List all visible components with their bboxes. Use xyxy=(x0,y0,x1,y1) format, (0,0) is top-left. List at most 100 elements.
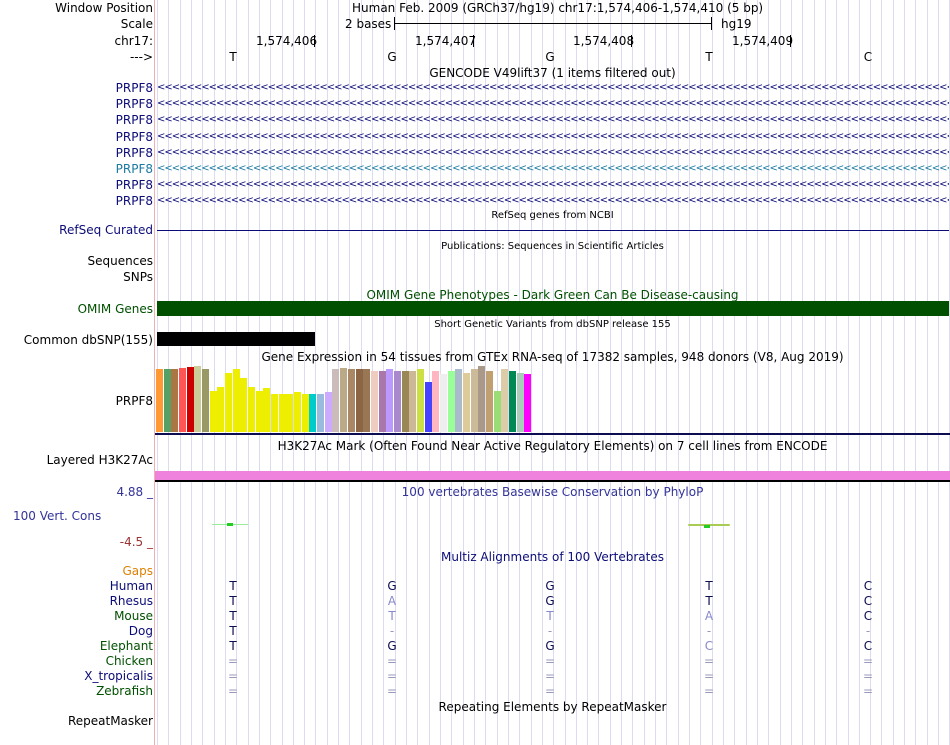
gtex-tissue-bar[interactable] xyxy=(432,371,439,432)
dbsnp-label[interactable]: Common dbSNP(155) xyxy=(24,333,153,347)
species-label[interactable]: Elephant xyxy=(100,639,153,653)
gtex-tissue-bar[interactable] xyxy=(248,387,255,432)
gtex-tissue-bar[interactable] xyxy=(325,392,332,432)
h3k27ac-title[interactable]: H3K27Ac Mark (Often Found Near Active Re… xyxy=(155,439,950,453)
phylop-title[interactable]: 100 vertebrates Basewise Conservation by… xyxy=(155,485,950,499)
sequences-label[interactable]: Sequences xyxy=(88,254,153,268)
gtex-tissue-bar[interactable] xyxy=(233,369,240,432)
species-label[interactable]: X_tropicalis xyxy=(84,669,153,683)
gtex-tissue-bar[interactable] xyxy=(448,371,455,432)
refseq-label[interactable]: RefSeq Curated xyxy=(59,223,153,237)
gtex-tissue-bar[interactable] xyxy=(187,367,194,432)
gtex-tissue-bar[interactable] xyxy=(363,369,370,432)
repeatmasker-title[interactable]: Repeating Elements by RepeatMasker xyxy=(155,700,950,714)
refseq-gene-line[interactable] xyxy=(157,230,949,231)
h3k27ac-label[interactable]: Layered H3K27Ac xyxy=(47,453,153,467)
gtex-tissue-bar[interactable] xyxy=(394,371,401,432)
gencode-transcript[interactable]: <<<<<<<<<<<<<<<<<<<<<<<<<<<<<<<<<<<<<<<<… xyxy=(157,164,949,174)
species-label[interactable]: Dog xyxy=(129,624,153,638)
gtex-tissue-bar[interactable] xyxy=(271,394,278,432)
aligned-base: A xyxy=(704,609,714,623)
gencode-gene-label[interactable]: PRPF8 xyxy=(116,194,153,208)
gtex-tissue-bar[interactable] xyxy=(179,368,186,432)
gtex-tissue-bar[interactable] xyxy=(332,369,339,432)
gtex-tissue-bar[interactable] xyxy=(294,392,301,432)
gtex-tissue-bar[interactable] xyxy=(379,371,386,432)
reference-base: T xyxy=(705,50,713,64)
gtex-tissue-bar[interactable] xyxy=(509,371,516,432)
gtex-tissue-bar[interactable] xyxy=(409,371,416,432)
gtex-tissue-bar[interactable] xyxy=(286,394,293,432)
gtex-tissue-bar[interactable] xyxy=(417,369,424,432)
gencode-transcript[interactable]: <<<<<<<<<<<<<<<<<<<<<<<<<<<<<<<<<<<<<<<<… xyxy=(157,148,949,158)
gtex-tissue-bar[interactable] xyxy=(356,369,363,432)
multiz-gaps-label[interactable]: Gaps xyxy=(122,564,153,578)
gtex-tissue-bar[interactable] xyxy=(463,373,470,432)
gencode-transcript[interactable]: <<<<<<<<<<<<<<<<<<<<<<<<<<<<<<<<<<<<<<<<… xyxy=(157,180,949,190)
gtex-tissue-bar[interactable] xyxy=(348,369,355,432)
refseq-title[interactable]: RefSeq genes from NCBI xyxy=(155,210,950,221)
dbsnp-variant[interactable] xyxy=(157,332,315,346)
multiz-title[interactable]: Multiz Alignments of 100 Vertebrates xyxy=(155,550,950,564)
gtex-tissue-bar[interactable] xyxy=(371,371,378,432)
gtex-tissue-bar[interactable] xyxy=(386,369,393,432)
gencode-gene-label[interactable]: PRPF8 xyxy=(116,146,153,160)
gtex-tissue-bar[interactable] xyxy=(471,369,478,432)
gencode-title[interactable]: GENCODE V49lift37 (1 items filtered out) xyxy=(155,66,950,80)
gencode-gene-label[interactable]: PRPF8 xyxy=(116,130,153,144)
gtex-tissue-bar[interactable] xyxy=(171,369,178,432)
gtex-tissue-bar[interactable] xyxy=(240,378,247,432)
gtex-tissue-bar[interactable] xyxy=(455,369,462,432)
species-label[interactable]: Human xyxy=(110,579,153,593)
gtex-tissue-bar[interactable] xyxy=(156,369,163,432)
omim-title[interactable]: OMIM Gene Phenotypes - Dark Green Can Be… xyxy=(155,288,950,302)
gencode-gene-label[interactable]: PRPF8 xyxy=(116,178,153,192)
gtex-tissue-bar[interactable] xyxy=(517,373,524,432)
gencode-transcript[interactable]: <<<<<<<<<<<<<<<<<<<<<<<<<<<<<<<<<<<<<<<<… xyxy=(157,196,949,206)
gtex-tissue-bar[interactable] xyxy=(217,387,224,432)
gtex-tissue-bar[interactable] xyxy=(256,391,263,432)
gtex-label[interactable]: PRPF8 xyxy=(116,394,153,408)
gtex-tissue-bar[interactable] xyxy=(440,374,447,432)
gtex-baseline xyxy=(155,433,950,435)
gtex-tissue-bar[interactable] xyxy=(302,394,309,432)
gencode-gene-label[interactable]: PRPF8 xyxy=(116,81,153,95)
h3k27ac-signal[interactable] xyxy=(155,471,950,480)
species-label[interactable]: Rhesus xyxy=(110,594,153,608)
dbsnp-title[interactable]: Short Genetic Variants from dbSNP releas… xyxy=(155,319,950,330)
gtex-tissue-bar[interactable] xyxy=(309,394,316,432)
gencode-transcript[interactable]: <<<<<<<<<<<<<<<<<<<<<<<<<<<<<<<<<<<<<<<<… xyxy=(157,132,949,142)
gtex-tissue-bar[interactable] xyxy=(340,368,347,432)
gtex-tissue-bar[interactable] xyxy=(402,371,409,432)
gencode-gene-label[interactable]: PRPF8 xyxy=(116,162,153,176)
gtex-tissue-bar[interactable] xyxy=(501,369,508,432)
species-label[interactable]: Chicken xyxy=(106,654,153,668)
gtex-tissue-bar[interactable] xyxy=(494,391,501,432)
gtex-tissue-bar[interactable] xyxy=(317,394,324,432)
gtex-tissue-bar[interactable] xyxy=(210,391,217,432)
omim-label[interactable]: OMIM Genes xyxy=(78,302,153,316)
gencode-transcript[interactable]: <<<<<<<<<<<<<<<<<<<<<<<<<<<<<<<<<<<<<<<<… xyxy=(157,115,949,125)
phylop-label[interactable]: 100 Vert. Cons xyxy=(13,509,101,523)
gtex-tissue-bar[interactable] xyxy=(425,382,432,432)
gtex-tissue-bar[interactable] xyxy=(524,374,531,432)
gtex-tissue-bar[interactable] xyxy=(225,373,232,432)
gtex-tissue-bar[interactable] xyxy=(164,369,171,432)
repeatmasker-label[interactable]: RepeatMasker xyxy=(68,714,153,728)
gtex-tissue-bar[interactable] xyxy=(194,366,201,432)
gencode-transcript[interactable]: <<<<<<<<<<<<<<<<<<<<<<<<<<<<<<<<<<<<<<<<… xyxy=(157,99,949,109)
gencode-gene-label[interactable]: PRPF8 xyxy=(116,113,153,127)
snps-label[interactable]: SNPs xyxy=(123,270,153,284)
gtex-tissue-bar[interactable] xyxy=(478,366,485,432)
gencode-transcript[interactable]: <<<<<<<<<<<<<<<<<<<<<<<<<<<<<<<<<<<<<<<<… xyxy=(157,83,949,93)
gencode-gene-label[interactable]: PRPF8 xyxy=(116,97,153,111)
species-label[interactable]: Zebrafish xyxy=(96,684,153,698)
species-label[interactable]: Mouse xyxy=(114,609,153,623)
gtex-tissue-bar[interactable] xyxy=(263,388,270,432)
gtex-tissue-bar[interactable] xyxy=(279,394,286,432)
gtex-title[interactable]: Gene Expression in 54 tissues from GTEx … xyxy=(155,350,950,364)
omim-feature[interactable] xyxy=(157,301,949,316)
publications-title[interactable]: Publications: Sequences in Scientific Ar… xyxy=(155,241,950,252)
gtex-tissue-bar[interactable] xyxy=(202,369,209,432)
gtex-tissue-bar[interactable] xyxy=(486,371,493,432)
